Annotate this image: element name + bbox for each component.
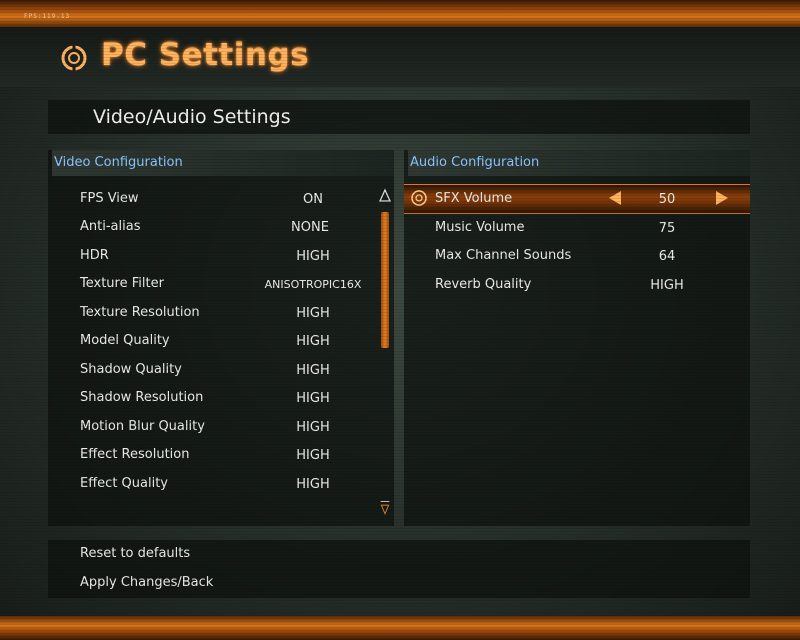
fps-counter: FPS:119.13 <box>24 13 71 20</box>
setting-value: HIGH <box>650 278 684 293</box>
setting-value: 50 <box>658 192 676 207</box>
video-setting-row[interactable]: HDR HIGH <box>80 243 370 269</box>
video-setting-row[interactable]: Effect Resolution HIGH <box>80 442 370 468</box>
video-setting-row[interactable]: Model Quality HIGH <box>80 328 370 354</box>
bottom-frame-bar <box>0 616 800 640</box>
scroll-up-icon[interactable] <box>378 188 392 204</box>
page-title: PC Settings <box>101 37 310 73</box>
setting-label: HDR <box>80 248 109 263</box>
reset-defaults-button[interactable]: Reset to defaults <box>80 546 190 561</box>
video-setting-row[interactable]: Shadow Quality HIGH <box>80 357 370 383</box>
audio-config-heading: Audio Configuration <box>408 150 750 176</box>
video-setting-row[interactable]: Motion Blur Quality HIGH <box>80 414 370 440</box>
logo-ring-icon <box>61 45 87 71</box>
video-setting-row[interactable]: Shadow Resolution HIGH <box>80 385 370 411</box>
setting-value: HIGH <box>296 448 330 463</box>
setting-value: 64 <box>658 249 676 264</box>
setting-value: HIGH <box>296 306 330 321</box>
setting-label: Shadow Resolution <box>80 390 204 405</box>
setting-label: Motion Blur Quality <box>80 419 205 434</box>
audio-setting-row[interactable]: Max Channel Sounds 64 <box>435 243 725 269</box>
scrollbar-thumb[interactable] <box>381 212 389 348</box>
video-setting-row[interactable]: Effect Quality HIGH <box>80 471 370 497</box>
setting-value: HIGH <box>296 391 330 406</box>
setting-label: Effect Quality <box>80 476 168 491</box>
video-setting-row[interactable]: Texture Filter ANISOTROPIC16X <box>80 271 370 297</box>
setting-label: FPS View <box>80 191 139 206</box>
setting-label: Shadow Quality <box>80 362 182 377</box>
setting-value: HIGH <box>296 363 330 378</box>
video-setting-row[interactable]: Anti-alias NONE <box>80 214 370 240</box>
setting-label: Texture Resolution <box>80 305 200 320</box>
section-title: Video/Audio Settings <box>93 106 291 128</box>
setting-value: ANISOTROPIC16X <box>264 278 362 291</box>
audio-setting-row[interactable]: SFX Volume 50 <box>435 186 725 212</box>
setting-value: HIGH <box>296 477 330 492</box>
setting-value: HIGH <box>296 249 330 264</box>
setting-label: Reverb Quality <box>435 277 532 292</box>
setting-label: Anti-alias <box>80 219 141 234</box>
video-setting-row[interactable]: Texture Resolution HIGH <box>80 300 370 326</box>
setting-label: Max Channel Sounds <box>435 248 572 263</box>
scroll-down-icon[interactable] <box>378 500 392 516</box>
setting-label: SFX Volume <box>435 191 513 206</box>
setting-label: Texture Filter <box>80 276 164 291</box>
audio-setting-row[interactable]: Reverb Quality HIGH <box>435 272 725 298</box>
setting-value: NONE <box>291 220 329 235</box>
setting-label: Effect Resolution <box>80 447 190 462</box>
video-config-heading: Video Configuration <box>52 150 394 176</box>
setting-label: Music Volume <box>435 220 525 235</box>
top-frame-bar <box>0 0 800 27</box>
setting-value: HIGH <box>296 420 330 435</box>
audio-setting-row[interactable]: Music Volume 75 <box>435 215 725 241</box>
setting-value: ON <box>303 192 323 207</box>
setting-value: 75 <box>658 221 676 236</box>
selected-item-icon <box>411 190 427 206</box>
setting-value: HIGH <box>296 334 330 349</box>
video-setting-row[interactable]: FPS View ON <box>80 186 370 212</box>
setting-label: Model Quality <box>80 333 170 348</box>
apply-changes-back-button[interactable]: Apply Changes/Back <box>80 575 213 590</box>
